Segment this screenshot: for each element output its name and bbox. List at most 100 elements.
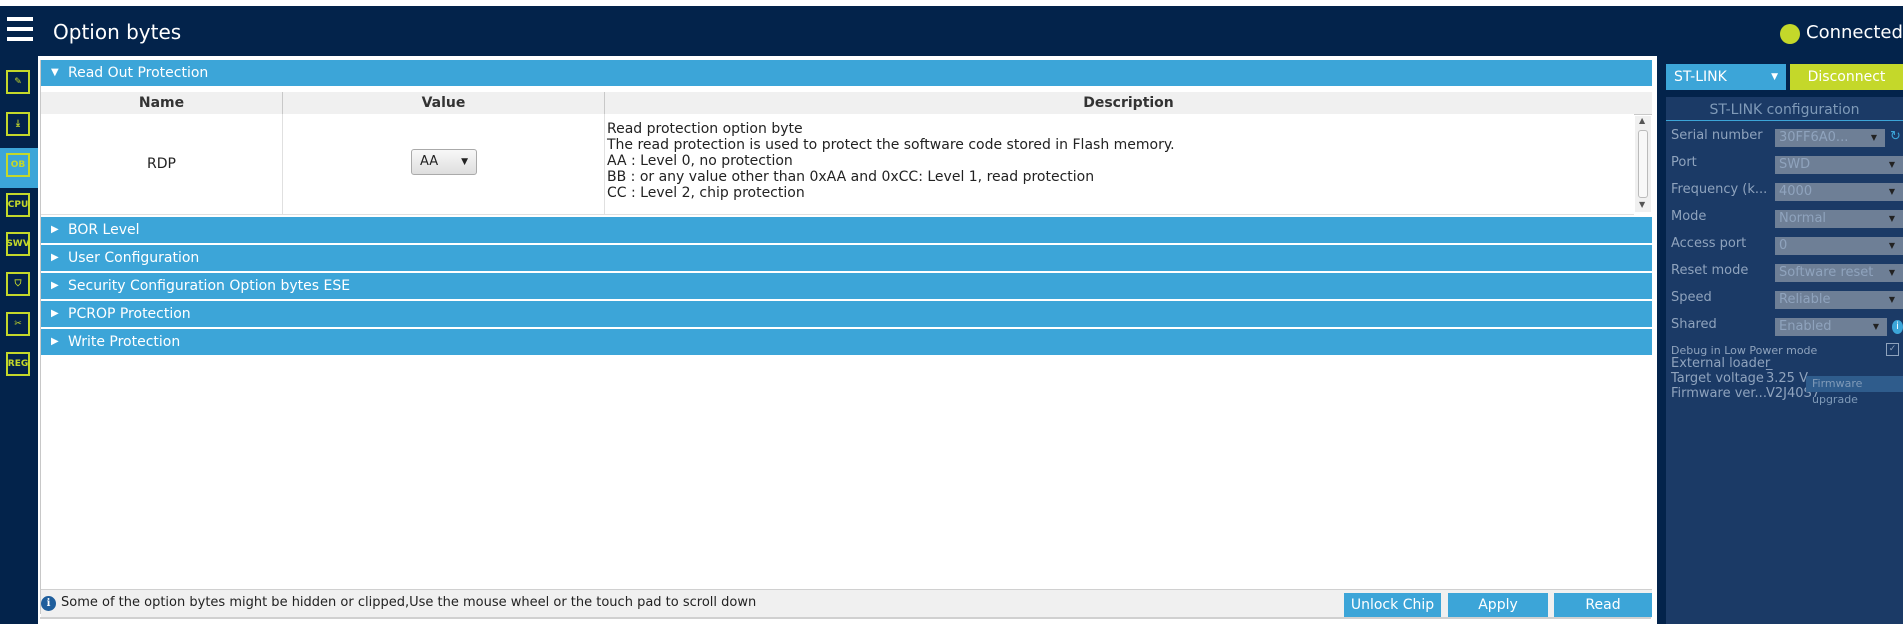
probe-select[interactable]: ST-LINK ▼ (1666, 64, 1786, 90)
external-loader-value: _ (1766, 356, 1773, 371)
frequency-value: 4000 (1779, 184, 1813, 199)
frequency-select[interactable]: 4000 ▼ (1775, 183, 1903, 201)
dropdown-arrow-icon: ▼ (1771, 72, 1778, 82)
probe-select-value: ST-LINK (1674, 69, 1727, 85)
target-voltage-label: Target voltage (1671, 371, 1764, 386)
dropdown-arrow-icon: ▼ (461, 157, 468, 167)
dropdown-arrow-icon: ▼ (1870, 133, 1877, 142)
rdp-description-cell: Read protection option byte The read pro… (605, 114, 1634, 214)
menu-icon[interactable] (7, 17, 33, 41)
page-title: Option bytes (53, 20, 182, 44)
table-header: Name Value Description (41, 92, 1652, 115)
chevron-down-icon: ▼ (51, 67, 59, 78)
mode-select[interactable]: Normal ▼ (1775, 210, 1903, 228)
info-icon: i (41, 596, 56, 611)
dropdown-arrow-icon: ▼ (1872, 322, 1879, 331)
dropdown-arrow-icon: ▼ (1888, 241, 1895, 250)
panel-bottom-border (40, 617, 1651, 619)
section-label: Write Protection (68, 334, 181, 350)
table-row: RDP AA ▼ Read protection option byte The… (41, 114, 1634, 215)
frequency-label: Frequency (k... (1671, 182, 1768, 197)
section-label: Read Out Protection (68, 65, 209, 81)
reset-mode-select[interactable]: Software reset ▼ (1775, 264, 1903, 282)
description-line: BB : or any value other than 0xAA and 0x… (607, 169, 1095, 185)
serial-number-label: Serial number (1671, 128, 1763, 143)
connection-status: Connected (1806, 22, 1903, 43)
access-port-value: 0 (1779, 238, 1788, 253)
external-loader-label: External loader (1671, 356, 1771, 371)
registers-icon[interactable]: REG (6, 352, 30, 376)
download-icon[interactable]: ⤓ (6, 112, 30, 136)
section-write-protection[interactable]: ▶ Write Protection (41, 329, 1652, 355)
pencil-edit-icon[interactable]: ✎ (6, 70, 30, 94)
window-top-strip (0, 0, 1903, 6)
chevron-right-icon: ▶ (51, 224, 59, 235)
target-voltage-value: 3.25 V (1766, 371, 1808, 386)
rdp-value-selected: AA (420, 154, 439, 169)
scroll-up-icon[interactable]: ▲ (1639, 116, 1645, 125)
dropdown-arrow-icon: ▼ (1888, 268, 1895, 277)
cpu-icon[interactable]: CPU (6, 193, 30, 217)
reset-mode-value: Software reset (1779, 265, 1874, 280)
connection-status-icon (1780, 24, 1800, 44)
mode-value: Normal (1779, 211, 1827, 226)
section-user-configuration[interactable]: ▶ User Configuration (41, 245, 1652, 271)
rdp-name-cell: RDP (41, 114, 283, 214)
section-read-out-protection[interactable]: ▼ Read Out Protection (41, 60, 1652, 86)
apply-button[interactable]: Apply (1448, 593, 1548, 617)
tools-icon[interactable]: ✂ (6, 312, 30, 336)
column-header-name: Name (41, 92, 283, 114)
table-scrollbar[interactable]: ▲ ▼ (1635, 116, 1651, 212)
access-port-label: Access port (1671, 236, 1747, 251)
speed-value: Reliable (1779, 292, 1831, 307)
section-label: BOR Level (68, 222, 140, 238)
shared-select[interactable]: Enabled ▼ (1775, 318, 1887, 336)
disconnect-button[interactable]: Disconnect (1790, 64, 1903, 90)
read-button[interactable]: Read (1554, 593, 1652, 617)
refresh-icon[interactable]: ↻ (1890, 129, 1903, 147)
chevron-right-icon: ▶ (51, 252, 59, 263)
stlink-config-title: ST-LINK configuration (1709, 102, 1860, 118)
swv-icon[interactable]: SWV (6, 232, 30, 256)
scroll-thumb[interactable] (1638, 130, 1648, 198)
column-header-description: Description (1083, 95, 1174, 111)
unlock-chip-button[interactable]: Unlock Chip (1344, 593, 1441, 617)
serial-number-value: 30FF6A0... (1779, 130, 1849, 145)
info-icon[interactable]: i (1892, 320, 1903, 334)
rdp-value-select[interactable]: AA ▼ (411, 149, 477, 175)
section-label: PCROP Protection (68, 306, 191, 322)
option-bytes-icon[interactable]: OB (6, 153, 30, 177)
section-label: User Configuration (68, 250, 200, 266)
firmware-upgrade-button[interactable]: Firmware upgrade (1806, 376, 1903, 406)
reset-mode-label: Reset mode (1671, 263, 1749, 278)
dropdown-arrow-icon: ▼ (1888, 214, 1895, 223)
port-select[interactable]: SWD ▼ (1775, 156, 1903, 174)
serial-number-select[interactable]: 30FF6A0... ▼ (1775, 129, 1885, 147)
dropdown-arrow-icon: ▼ (1888, 295, 1895, 304)
shield-icon[interactable]: ⛉ (6, 272, 30, 296)
mode-label: Mode (1671, 209, 1707, 224)
section-pcrop-protection[interactable]: ▶ PCROP Protection (41, 301, 1652, 327)
left-sidebar (0, 56, 38, 624)
dropdown-arrow-icon: ▼ (1888, 187, 1895, 196)
speed-select[interactable]: Reliable ▼ (1775, 291, 1903, 309)
chevron-right-icon: ▶ (51, 308, 59, 319)
scroll-down-icon[interactable]: ▼ (1639, 200, 1645, 209)
section-security-configuration[interactable]: ▶ Security Configuration Option bytes ES… (41, 273, 1652, 299)
port-label: Port (1671, 155, 1697, 170)
section-label: Security Configuration Option bytes ESE (68, 278, 351, 294)
dropdown-arrow-icon: ▼ (1888, 160, 1895, 169)
footer-bar: i Some of the option bytes might be hidd… (41, 589, 1652, 618)
debug-low-power-checkbox[interactable]: ✓ (1886, 343, 1899, 356)
column-header-value: Value (283, 92, 605, 114)
section-bor-level[interactable]: ▶ BOR Level (41, 217, 1652, 243)
chevron-right-icon: ▶ (51, 280, 59, 291)
port-value: SWD (1779, 157, 1811, 172)
description-line: AA : Level 0, no protection (607, 153, 793, 169)
description-line: Read protection option byte (607, 121, 803, 137)
access-port-select[interactable]: 0 ▼ (1775, 237, 1903, 255)
top-bar (0, 0, 1903, 56)
description-line: The read protection is used to protect t… (607, 137, 1175, 153)
shared-value: Enabled (1779, 319, 1832, 334)
footer-info-text: Some of the option bytes might be hidden… (61, 595, 757, 610)
